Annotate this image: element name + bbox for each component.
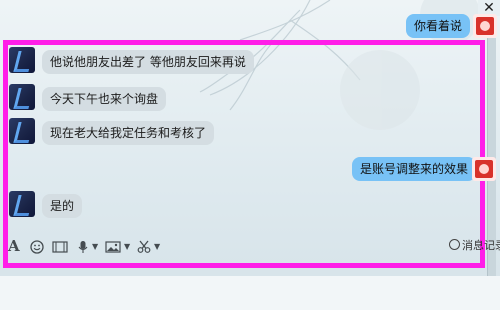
contact-avatar[interactable] — [9, 191, 35, 217]
microphone-icon[interactable] — [77, 239, 89, 255]
contact-avatar[interactable] — [9, 118, 35, 144]
self-avatar[interactable] — [472, 157, 496, 181]
input-area[interactable] — [0, 276, 500, 310]
contact-avatar[interactable] — [9, 84, 35, 110]
clock-icon — [449, 239, 460, 250]
message-bubble-other: 是的 — [42, 194, 83, 218]
message-bubble-other: 现在老大给我定任务和考核了 — [42, 121, 215, 145]
history-label: 消息记录 — [462, 239, 500, 252]
chevron-down-icon[interactable]: ▼ — [154, 238, 160, 256]
highlight-frame — [3, 40, 485, 268]
scissors-icon[interactable] — [137, 239, 151, 255]
smiley-icon[interactable] — [30, 239, 44, 255]
message-history-button[interactable]: 消息记录 — [449, 239, 500, 253]
message-bubble-self: 你看着说 — [406, 14, 471, 38]
message-bubble-self: 是账号调整来的效果 — [352, 157, 477, 181]
chevron-down-icon[interactable]: ▼ — [124, 238, 130, 256]
message-bubble-other: 他说他朋友出差了 等他朋友回来再说 — [42, 50, 254, 74]
image-icon[interactable] — [105, 239, 121, 255]
contact-avatar[interactable] — [9, 47, 35, 73]
message-bubble-other: 今天下午也来个询盘 — [42, 87, 167, 111]
chevron-down-icon[interactable]: ▼ — [92, 238, 98, 256]
video-icon[interactable] — [52, 239, 68, 255]
font-icon[interactable]: A — [8, 238, 20, 254]
self-avatar[interactable] — [473, 14, 497, 38]
